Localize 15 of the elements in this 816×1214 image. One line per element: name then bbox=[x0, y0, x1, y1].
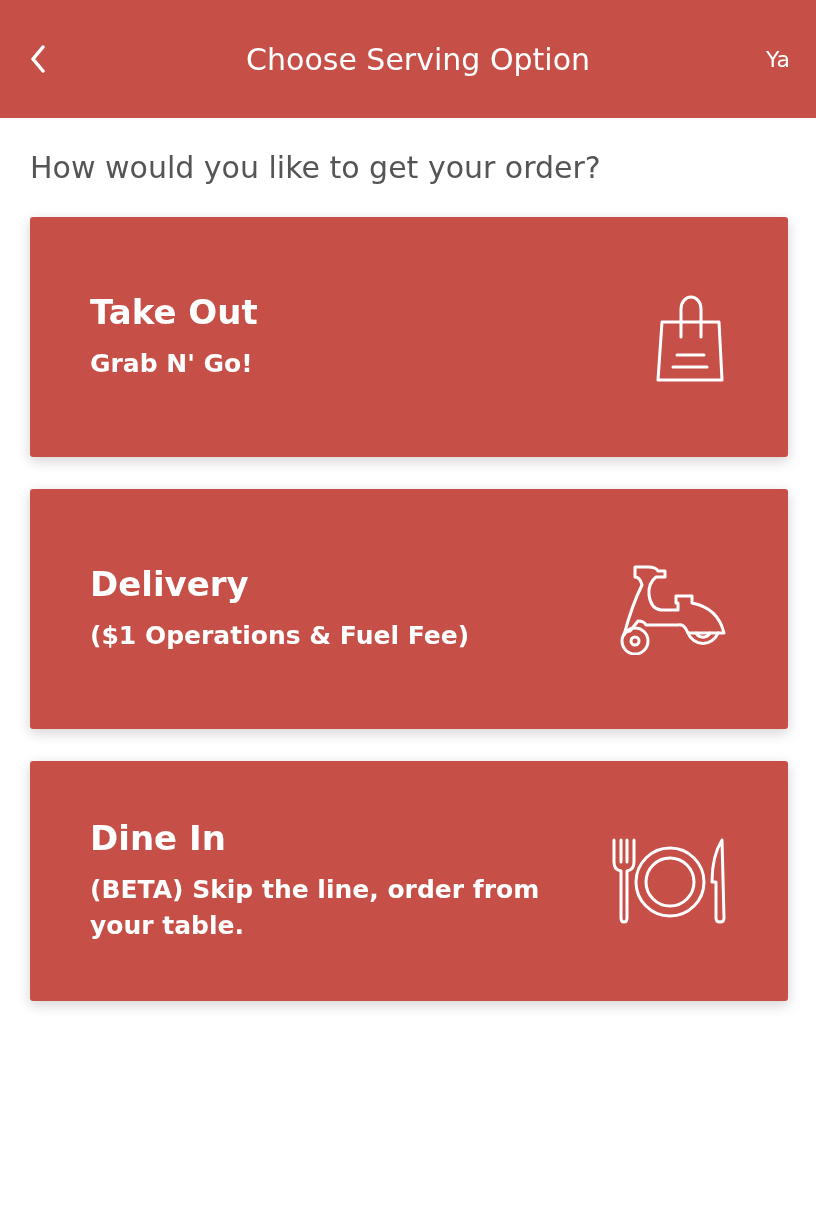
header-title: Choose Serving Option bbox=[246, 41, 590, 77]
scooter-icon bbox=[618, 563, 728, 655]
back-icon[interactable] bbox=[30, 45, 46, 73]
option-card[interactable]: Dine In (BETA) Skip the line, order from your table. bbox=[30, 761, 788, 1001]
option-title: Delivery bbox=[90, 563, 250, 604]
question-text: How would you like to get your order? bbox=[30, 150, 602, 185]
user-initials[interactable]: Ya bbox=[766, 46, 790, 72]
plate-cutlery-icon bbox=[612, 838, 728, 924]
option-subtitle: (BETA) Skip the line, order from your table. bbox=[90, 873, 541, 942]
option-title: Take Out bbox=[90, 291, 258, 332]
option-subtitle: ($1 Operations & Fuel Fee) bbox=[90, 619, 470, 652]
option-card[interactable]: Delivery ($1 Operations & Fuel Fee) bbox=[30, 489, 788, 729]
option-title: Dine In bbox=[90, 817, 227, 858]
option-subtitle: Grab N' Go! bbox=[90, 347, 254, 380]
option-card[interactable]: Take Out Grab N' Go! bbox=[30, 217, 788, 457]
